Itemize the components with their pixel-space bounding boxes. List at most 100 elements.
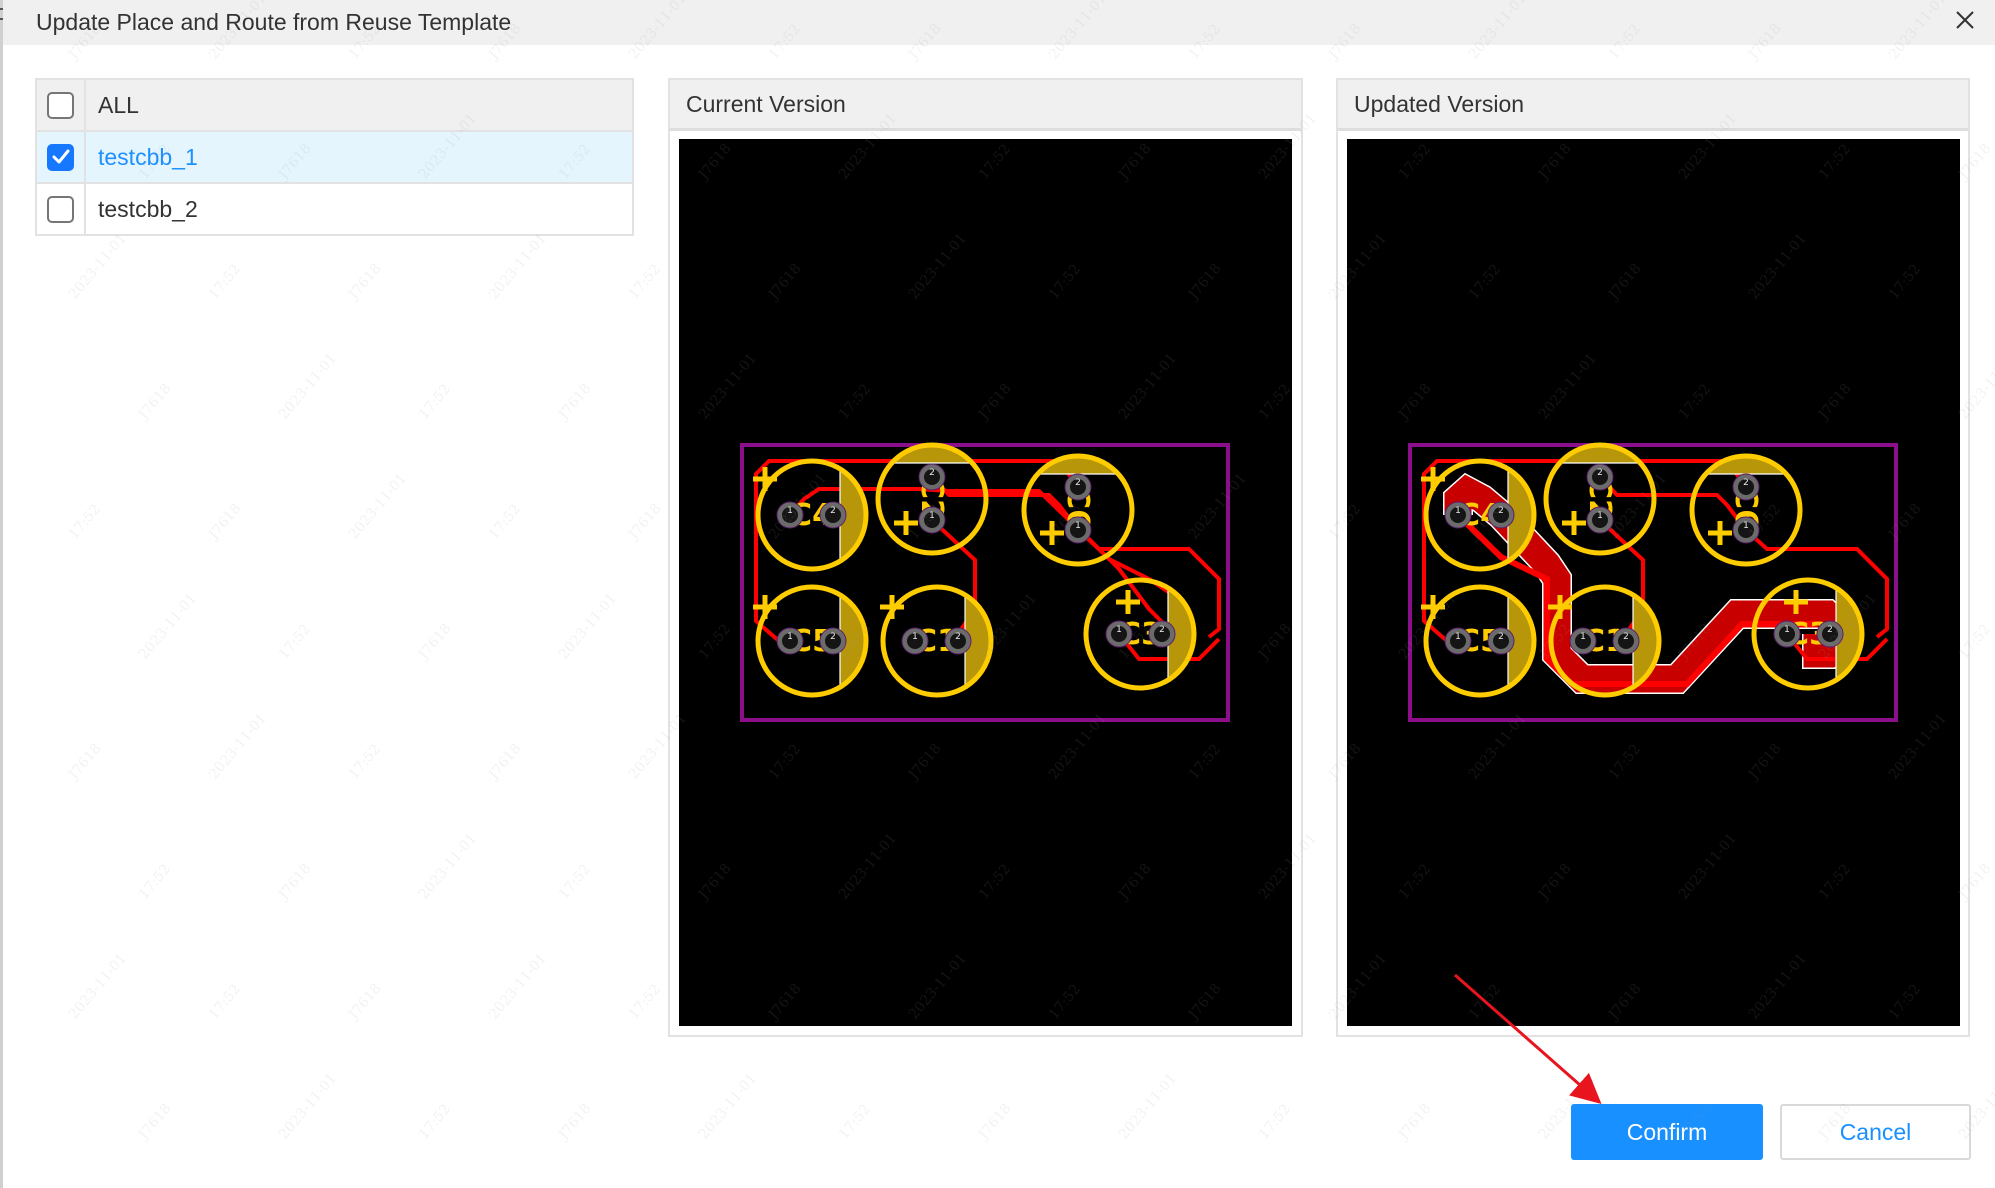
select-all-label: ALL (98, 91, 139, 118)
component-c6: C612 (1021, 453, 1135, 567)
pad-number: 2 (1743, 478, 1749, 488)
list-item-label[interactable]: testcbb_1 (86, 132, 632, 182)
pad-number: 1 (787, 506, 793, 516)
watermark-text: 2023-11-01 (416, 830, 480, 902)
watermark-text: J7618 (555, 381, 595, 424)
watermark-text: 17:52 (626, 981, 664, 1022)
watermark-text: 2023-11-01 (1116, 1070, 1180, 1142)
watermark-text: 17:52 (416, 381, 454, 422)
pcb-svg: C41 2 C212C612C51 2 C11 2 C31 2 (740, 442, 1230, 722)
watermark-text: 2023-11-01 (136, 590, 200, 662)
watermark-text: 2023-11-01 (206, 710, 270, 782)
watermark-text: 17:52 (836, 1101, 874, 1142)
watermark-text: J7618 (345, 261, 385, 304)
watermark-text: 2023-11-01 (696, 1070, 760, 1142)
pad-number: 1 (1784, 625, 1790, 635)
component-c2: C212 (1543, 442, 1657, 556)
watermark-text: J7618 (135, 1101, 175, 1144)
pad-number: 1 (1455, 632, 1461, 642)
watermark-text: J7618 (205, 501, 245, 544)
watermark-text: 2023-11-01 (486, 230, 550, 302)
list-header-row: ALL (37, 80, 632, 132)
pad-number: 2 (1498, 632, 1504, 642)
watermark-text: J7618 (625, 501, 665, 544)
checkbox-cell (37, 184, 86, 234)
component-c6: C612 (1689, 453, 1803, 567)
component-c5: C51 2 (1421, 584, 1537, 698)
watermark-text: 17:52 (416, 1101, 454, 1142)
current-pcb-preview: C4 1 2 C2 1 2 C6 1 2 C5 1 2 C1 1 2 C3 1 2 (679, 139, 1292, 1026)
pad-number: 1 (1597, 511, 1603, 521)
item-checkbox-testcbb-1[interactable] (47, 143, 74, 171)
watermark-text: 17:52 (556, 861, 594, 902)
pad-number: 1 (1455, 506, 1461, 516)
window-edge (0, 0, 3, 1188)
watermark-text: 2023-11-01 (556, 590, 620, 662)
component-c3: C31 2 (1751, 577, 1865, 691)
pad-number: 1 (787, 632, 793, 642)
list-item-testcbb-1[interactable]: testcbb_1 (37, 132, 632, 184)
panel-title: Updated Version (1338, 80, 1968, 131)
updated-pcb-preview: C4 1 2 C2 1 2 C6 1 2 C5 1 2 C1 1 2 C3 1 2 (1347, 139, 1960, 1026)
panel-title: Current Version (670, 80, 1301, 131)
watermark-text: J7618 (275, 861, 315, 904)
close-button[interactable] (1950, 5, 1980, 35)
component-c5: C51 2 (753, 584, 869, 698)
select-all-checkbox[interactable] (47, 91, 74, 119)
watermark-text: J7618 (485, 741, 525, 784)
watermark-text: 17:52 (66, 501, 104, 542)
pad-number: 2 (955, 632, 961, 642)
pad-number: 2 (1597, 468, 1603, 478)
component-c4: C41 2 (753, 458, 869, 572)
watermark-text: J7618 (345, 981, 385, 1024)
checkbox-cell (37, 132, 86, 182)
component-c1: C11 2 (880, 584, 994, 698)
pad-number: 1 (1116, 625, 1122, 635)
dialog-title: Update Place and Route from Reuse Templa… (36, 9, 512, 35)
pad-number: 2 (1623, 632, 1629, 642)
template-list: ALL testcbb_1 testcbb_2 (35, 78, 634, 236)
checkmark-icon (52, 149, 69, 164)
watermark-text: 2023-11-01 (66, 230, 130, 302)
pad-number: 1 (912, 632, 918, 642)
watermark-text: 2023-11-01 (276, 1070, 340, 1142)
pad-number: 1 (1075, 521, 1081, 531)
dialog-header: Update Place and Route from Reuse Templa… (3, 0, 1995, 45)
watermark-text: J7618 (415, 621, 455, 664)
pcb-svg: C41 2 C212C612C51 2 C11 2 C31 2 (1408, 442, 1898, 722)
watermark-text: J7618 (135, 381, 175, 424)
item-checkbox-testcbb-2[interactable] (47, 195, 74, 223)
updated-version-panel: Updated Version C4 1 2 C2 1 2 C6 1 2 C5 1 2 C1 1 2 C3 1 2 (1336, 78, 1970, 1037)
cancel-button[interactable]: Cancel (1780, 1104, 1971, 1160)
watermark-text: 2023-11-01 (486, 950, 550, 1022)
component-c2: C212 (875, 442, 989, 556)
watermark-text: J7618 (975, 1101, 1015, 1144)
pad-number: 1 (1743, 521, 1749, 531)
watermark-text: J7618 (1395, 1101, 1435, 1144)
watermark-text: 2023-11-01 (66, 950, 130, 1022)
watermark-text: 17:52 (136, 861, 174, 902)
watermark-text: 2023-11-01 (346, 470, 410, 542)
current-version-panel: Current Version C4 1 2 C2 1 2 C6 1 2 C5 1 2 C1 1 2 C3 1 2 (668, 78, 1303, 1037)
list-item-testcbb-2[interactable]: testcbb_2 (37, 184, 632, 234)
pad-number: 2 (929, 468, 935, 478)
watermark-text: 17:52 (486, 501, 524, 542)
pad-number: 2 (830, 632, 836, 642)
checkbox-cell (37, 80, 86, 130)
watermark-text: 17:52 (206, 981, 244, 1022)
close-icon (1956, 11, 1974, 29)
pad-number: 2 (830, 506, 836, 516)
pad-number: 2 (1827, 625, 1833, 635)
list-item-label[interactable]: testcbb_2 (86, 184, 632, 234)
confirm-button[interactable]: Confirm (1571, 1104, 1763, 1160)
watermark-text: 17:52 (206, 261, 244, 302)
watermark-text: 17:52 (1256, 1101, 1294, 1142)
watermark-text: 17:52 (276, 621, 314, 662)
pad-number: 2 (1159, 625, 1165, 635)
pad-number: 1 (1580, 632, 1586, 642)
pad-number: 2 (1498, 506, 1504, 516)
pad-number: 1 (929, 511, 935, 521)
watermark-text: 17:52 (626, 261, 664, 302)
watermark-text: J7618 (65, 741, 105, 784)
pad-number: 2 (1075, 478, 1081, 488)
